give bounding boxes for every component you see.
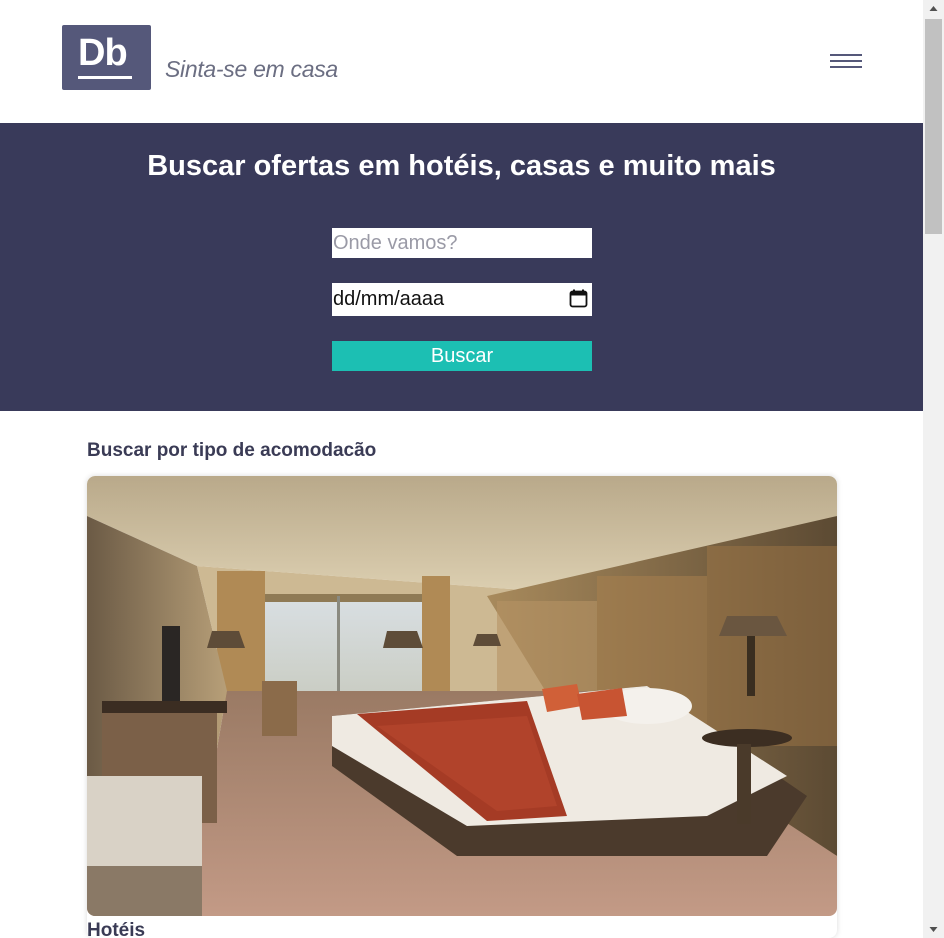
hotel-room-image (87, 476, 837, 916)
scroll-up-arrow[interactable] (923, 0, 944, 17)
site-header: Db Sinta-se em casa (0, 0, 923, 123)
calendar-icon[interactable] (569, 289, 588, 308)
vertical-scrollbar[interactable] (923, 0, 944, 938)
menu-icon-bar (830, 60, 862, 62)
destination-input[interactable] (332, 228, 592, 258)
logo-underline (78, 76, 132, 79)
section-title: Buscar por tipo de acomodacão (87, 440, 377, 461)
tagline: Sinta-se em casa (165, 56, 338, 82)
search-button[interactable]: Buscar (332, 341, 592, 371)
search-hero: Buscar ofertas em hotéis, casas e muito … (0, 123, 923, 411)
menu-icon-bar (830, 54, 862, 56)
scroll-down-arrow[interactable] (923, 921, 944, 938)
date-input[interactable]: dd/mm/aaaa (332, 283, 592, 316)
menu-icon[interactable] (826, 50, 866, 74)
scrollbar-thumb[interactable] (925, 19, 942, 234)
card-label-hotels: Hotéis (87, 920, 146, 938)
logo-text: Db (78, 32, 128, 74)
date-input-text: dd/mm/aaaa (333, 288, 445, 310)
hero-title: Buscar ofertas em hotéis, casas e muito … (147, 150, 776, 182)
accommodation-card-hotels[interactable] (87, 476, 837, 938)
page: Db Sinta-se em casa Buscar ofertas em ho… (0, 0, 923, 938)
logo[interactable]: Db (62, 25, 151, 90)
menu-icon-bar (830, 66, 862, 68)
